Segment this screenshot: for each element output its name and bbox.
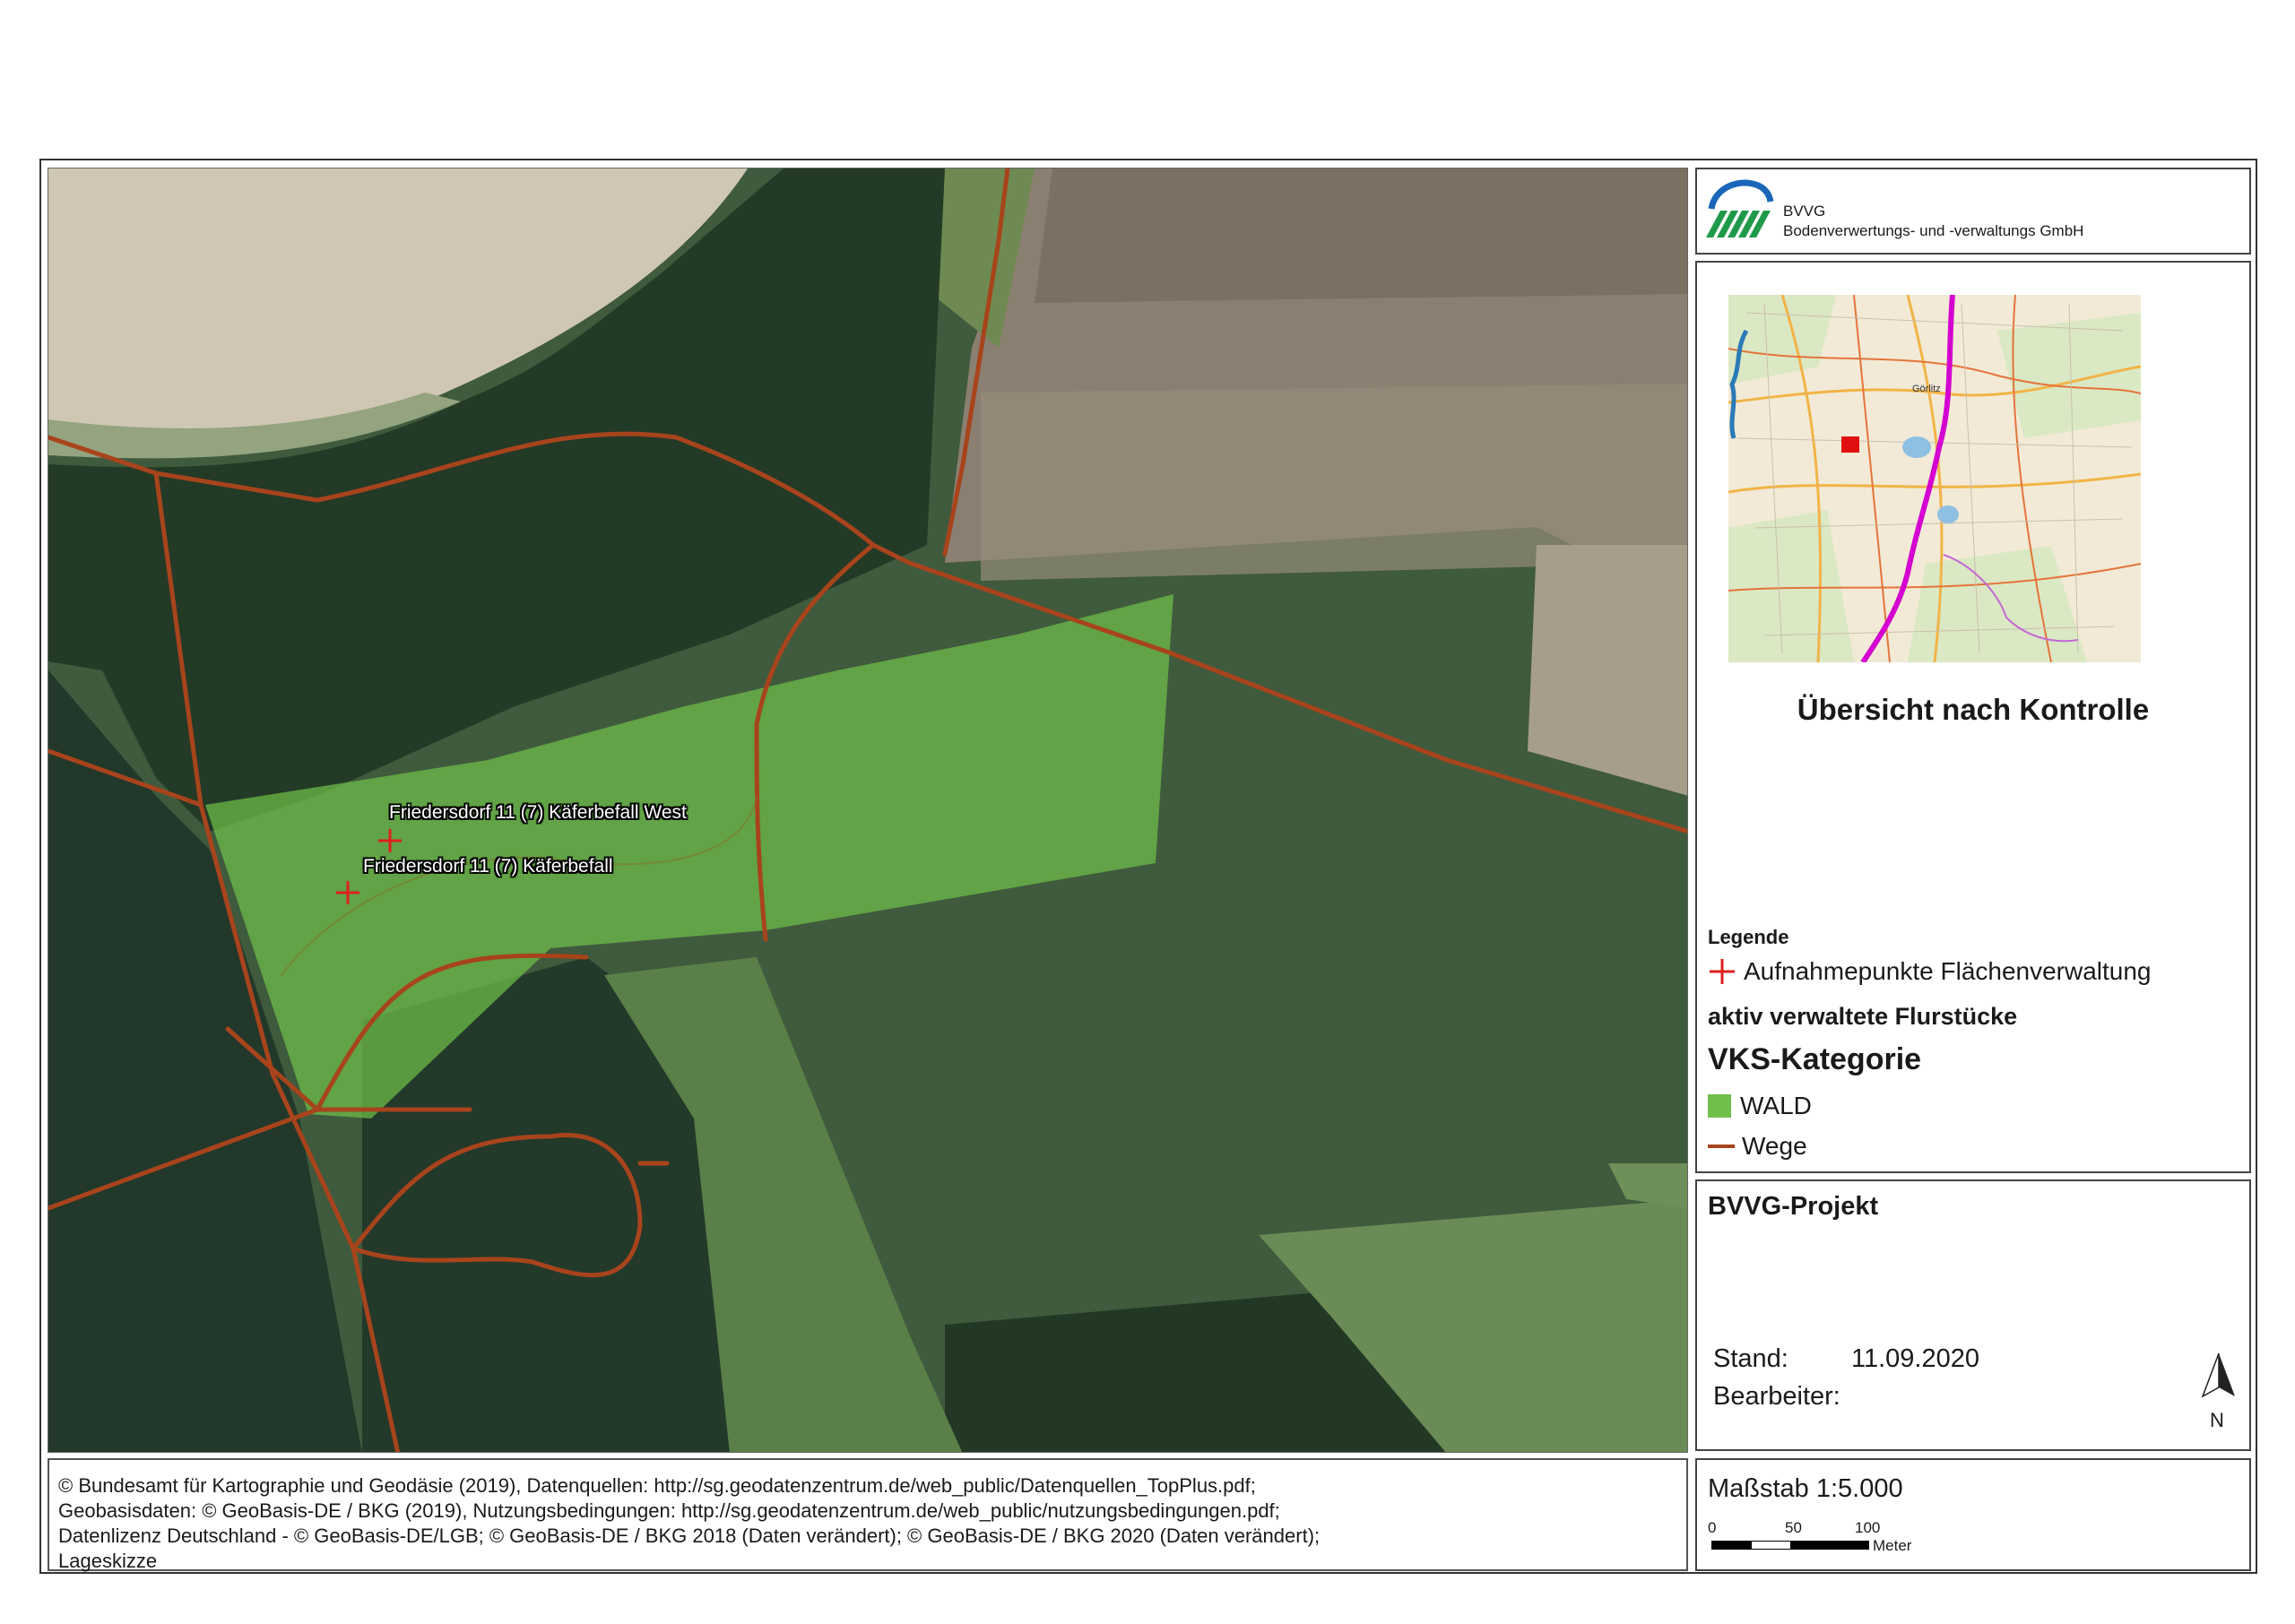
legend-item-points: Aufnahmepunkte Flächenverwaltung	[1708, 957, 2152, 986]
north-arrow-icon	[2201, 1352, 2235, 1398]
overview-title: Übersicht nach Kontrolle	[1797, 693, 2150, 726]
scale-tick-100: 100	[1855, 1519, 1881, 1536]
copyright-line-4: Lageskizze	[58, 1550, 158, 1572]
project-title: BVVG-Projekt	[1708, 1192, 1879, 1221]
overview-map[interactable]: Görlitz	[1728, 295, 2141, 662]
logo-subtitle: Bodenverwertungs- und -verwaltungs GmbH	[1783, 222, 2084, 239]
project-box: BVVG-Projekt Stand: 11.09.2020 Bearbeite…	[1695, 1179, 2251, 1451]
red-cross-icon	[1710, 959, 1735, 984]
overview-map-graphic: Görlitz	[1728, 295, 2141, 662]
scale-tick-50: 50	[1785, 1519, 1802, 1536]
copyright-box: © Bundesamt für Kartographie und Geodäsi…	[48, 1458, 1688, 1572]
wald-swatch-icon	[1708, 1094, 1731, 1118]
legend-wege-label: Wege	[1742, 1132, 1807, 1160]
overview-place-label: Görlitz	[1912, 384, 1941, 394]
legend-heading: Legende	[1708, 926, 1789, 948]
legend-category-label: VKS-Kategorie	[1708, 1042, 1922, 1076]
scale-title: Maßstab 1:5.000	[1708, 1474, 1903, 1503]
bvvg-logo-icon	[1706, 179, 1774, 238]
scale-bar	[1711, 1541, 1869, 1550]
copyright-line-1: © Bundesamt für Kartographie und Geodäsi…	[58, 1474, 1256, 1497]
overview-legend-box: Görlitz Übersicht nach Kontrolle Legende…	[1695, 261, 2251, 1173]
stand-value: 11.09.2020	[1851, 1344, 1979, 1373]
legend-item-wege: Wege	[1708, 1132, 1807, 1161]
editor-label: Bearbeiter:	[1713, 1382, 1840, 1411]
scale-unit: Meter	[1873, 1537, 1912, 1554]
wege-line-icon	[1708, 1145, 1735, 1148]
north-label: N	[2210, 1409, 2224, 1431]
copyright-line-2: Geobasisdaten: © GeoBasis-DE / BKG (2019…	[58, 1499, 1280, 1522]
legend-points-label: Aufnahmepunkte Flächenverwaltung	[1744, 957, 2152, 985]
legend-parcels-label: aktiv verwaltete Flurstücke	[1708, 1003, 2018, 1030]
scale-box: Maßstab 1:5.000 0 50 100 Meter	[1695, 1458, 2251, 1571]
map-label-kaeferbefall[interactable]: Friedersdorf 11 (7) Käferbefall	[363, 856, 613, 877]
legend-wald-label: WALD	[1740, 1092, 1812, 1119]
legend-item-wald: WALD	[1708, 1092, 1812, 1120]
scale-tick-0: 0	[1708, 1519, 1717, 1536]
map-view[interactable]: Friedersdorf 11 (7) Käferbefall West Fri…	[48, 168, 1688, 1453]
stand-label: Stand:	[1713, 1344, 1788, 1373]
copyright-line-3: Datenlizenz Deutschland - © GeoBasis-DE/…	[58, 1525, 1321, 1547]
map-label-kaeferbefall-west[interactable]: Friedersdorf 11 (7) Käferbefall West	[389, 802, 687, 824]
aerial-map-image	[48, 168, 1687, 1452]
logo-box: BVVG Bodenverwertungs- und -verwaltungs …	[1695, 168, 2251, 255]
logo-name: BVVG	[1783, 203, 1826, 220]
